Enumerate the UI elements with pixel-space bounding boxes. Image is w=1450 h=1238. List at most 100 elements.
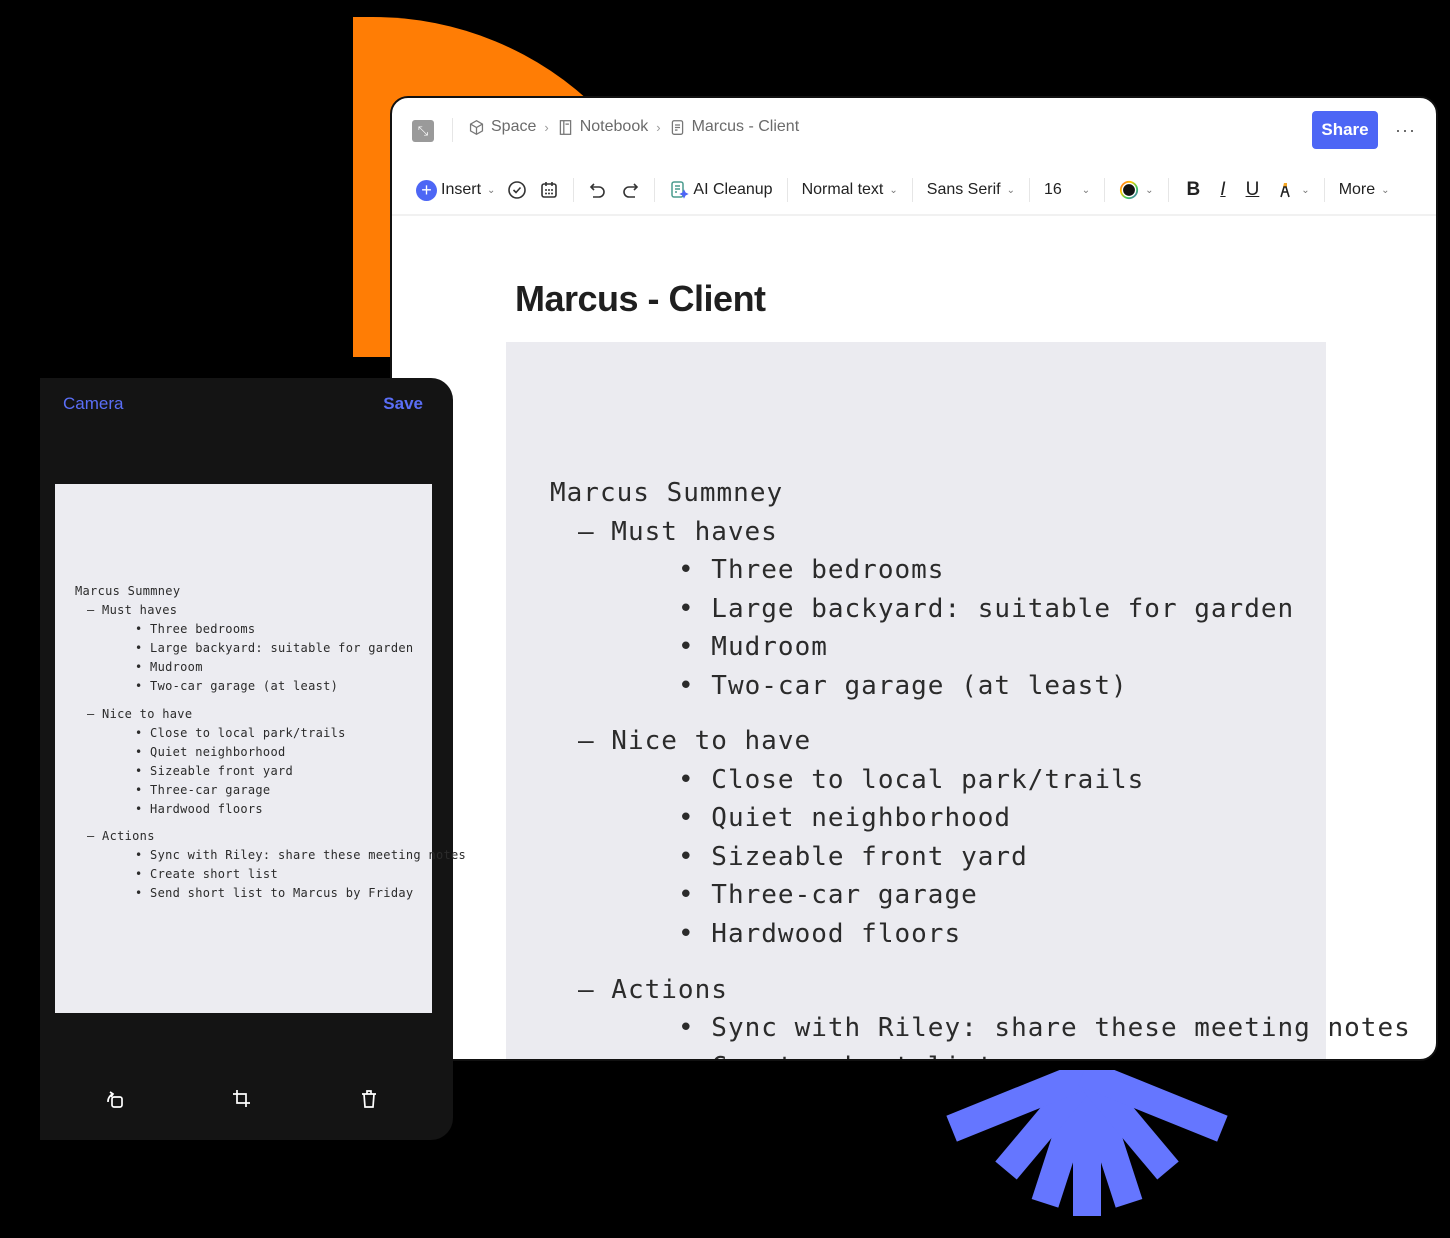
breadcrumb-notebook[interactable]: Notebook [557, 118, 648, 136]
italic-button[interactable]: I [1210, 174, 1235, 206]
cube-icon [469, 119, 484, 135]
expand-icon[interactable]: ⤡ [412, 120, 434, 142]
more-options-icon[interactable]: ··· [1395, 120, 1416, 141]
insert-button[interactable]: + Insert ⌄ [410, 174, 501, 206]
note-line: • Hardwood floors [135, 801, 263, 816]
divider [786, 178, 788, 202]
note-line: • Three-car garage [678, 880, 978, 911]
chevron-down-icon: ⌄ [1145, 184, 1154, 196]
chevron-down-icon: ⌄ [1381, 184, 1390, 196]
breadcrumb-document[interactable]: Marcus - Client [669, 118, 799, 136]
chevron-right-icon: › [656, 119, 661, 135]
chevron-down-icon: ⌄ [487, 184, 496, 196]
undo-icon [590, 183, 606, 198]
text-style-dropdown[interactable]: Normal text ⌄ [796, 174, 904, 206]
note-line: • Quiet neighborhood [678, 803, 1012, 834]
chevron-right-icon: › [544, 119, 549, 135]
ai-cleanup-button[interactable]: AI Cleanup [663, 174, 778, 206]
scan-preview: Marcus Summney – Must haves • Three bedroo… [55, 484, 466, 1013]
note-line: • Create short list [135, 867, 278, 882]
note-line: Marcus Summney [75, 584, 181, 598]
delete-button[interactable] [358, 1088, 380, 1110]
rotate-icon [107, 1091, 123, 1108]
note-line: • Large backyard: suitable for garden [135, 641, 414, 655]
divider [911, 178, 913, 202]
breadcrumb: Space › Notebook › Marcus - Client [468, 118, 799, 136]
divider [452, 118, 453, 142]
note-line: • Three bedrooms [678, 555, 945, 585]
note-line: • Large backyard: suitable for garden [678, 593, 1295, 624]
chevron-down-icon: ⌄ [1081, 184, 1091, 196]
underline-icon: U [1245, 179, 1260, 200]
note-line: • Three-car garage [135, 782, 271, 797]
divider [1028, 178, 1030, 202]
notebook-icon [559, 119, 571, 135]
date-button[interactable] [533, 174, 565, 206]
text-color-picker[interactable]: ⌄ [1113, 174, 1159, 206]
divider [1104, 178, 1106, 202]
undo-button[interactable] [582, 174, 614, 206]
note-line: • Sync with Riley: share these meeting n… [678, 1013, 1411, 1044]
font-size-dropdown[interactable]: 16 ⌄ [1038, 174, 1096, 206]
breadcrumb-space[interactable]: Space [468, 118, 536, 136]
crop-button[interactable] [231, 1088, 253, 1110]
ai-sparkle-doc-icon [671, 181, 690, 199]
bold-icon: B [1186, 179, 1201, 200]
trash-icon [362, 1090, 376, 1108]
note-line: – Actions [578, 974, 728, 1005]
chevron-down-icon: ⌄ [1301, 184, 1310, 196]
note-line: – Nice to have [578, 726, 812, 757]
scan-actions [40, 1088, 453, 1118]
color-wheel-icon [1120, 180, 1139, 200]
note-line: • Two-car garage (at least) [135, 679, 339, 693]
notebook-editor-window: ⤡ Space › Notebook › Marcus - Client Sha… [390, 96, 1438, 1061]
save-button[interactable]: Save [383, 394, 423, 414]
note-line: • Mudroom [678, 632, 828, 662]
underline-button[interactable]: U [1236, 174, 1270, 206]
more-formatting-dropdown[interactable]: More ⌄ [1333, 174, 1396, 206]
note-line: • Three bedrooms [135, 622, 256, 636]
document-icon [671, 119, 683, 135]
page-title[interactable]: Marcus - Client [515, 278, 766, 320]
italic-icon: I [1220, 179, 1226, 200]
note-line: • Mudroom [135, 660, 203, 674]
note-line: – Must haves [87, 603, 178, 617]
camera-button[interactable]: Camera [63, 394, 123, 414]
note-line: • Quiet neighborhood [135, 744, 286, 759]
note-line: • Send short list to Marcus by Friday [135, 886, 414, 901]
plus-icon: + [416, 179, 437, 201]
check-circle-icon [508, 181, 527, 199]
editor-topbar: ⤡ Space › Notebook › Marcus - Client Sha… [392, 98, 1436, 162]
note-line: • Two-car garage (at least) [678, 670, 1128, 701]
divider [1167, 178, 1169, 202]
note-line: – Must haves [578, 516, 778, 547]
note-line: – Actions [87, 829, 155, 844]
checklist-button[interactable] [501, 174, 533, 206]
share-button[interactable]: Share [1312, 111, 1378, 149]
note-line: • Sizeable front yard [678, 841, 1028, 872]
note-line: • Hardwood floors [678, 918, 962, 949]
decorative-rays [946, 1070, 1228, 1216]
highlight-picker[interactable]: ⌄ [1269, 174, 1315, 206]
rotate-button[interactable] [104, 1088, 126, 1110]
divider [654, 178, 656, 202]
divider [573, 178, 575, 202]
note-line: • Sizeable front yard [135, 763, 294, 778]
note-line: Marcus Summney [550, 478, 784, 508]
chevron-down-icon: ⌄ [1006, 184, 1015, 196]
toolbar-divider [392, 214, 1436, 216]
note-line: • Create short list [678, 1052, 994, 1059]
highlighter-icon [1280, 183, 1291, 198]
scanned-note-image[interactable]: Marcus Summney – Must haves • Three bedroo… [506, 342, 1410, 1059]
phone-scan-panel: Camera Save Marcus Summney – Must haves • … [40, 378, 466, 1140]
formatting-toolbar: + Insert ⌄ AI Cleanup Normal text ⌄ Sans… [392, 168, 1436, 212]
bold-button[interactable]: B [1177, 174, 1211, 206]
font-family-dropdown[interactable]: Sans Serif ⌄ [921, 174, 1021, 206]
calendar-icon [541, 182, 558, 198]
divider [1323, 178, 1325, 202]
redo-button[interactable] [614, 174, 646, 206]
note-line: • Sync with Riley: share these meeting n… [135, 848, 467, 863]
note-line: • Close to local park/trails [678, 764, 1145, 795]
redo-icon [623, 183, 639, 198]
note-line: • Close to local park/trails [135, 725, 346, 740]
